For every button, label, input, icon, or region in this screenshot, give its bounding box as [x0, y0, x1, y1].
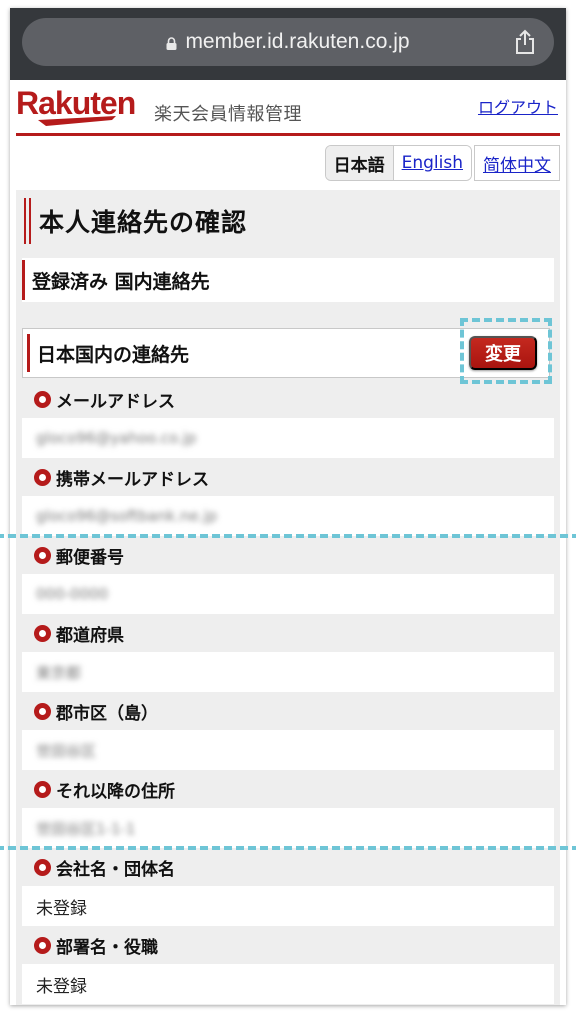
value-text: 世田谷区 [36, 741, 97, 760]
subheading-text: 登録済み 国内連絡先 [32, 270, 210, 293]
lang-tab-english[interactable]: English [393, 146, 471, 180]
label-text: 部署名・役職 [56, 937, 158, 958]
content-panel: 本人連絡先の確認 登録済み 国内連絡先 日本国内の連絡先 変更 メールアドレス … [16, 190, 560, 1005]
share-icon[interactable] [514, 29, 536, 55]
browser-window: member.id.rakuten.co.jp Rakuten 楽天会員情報管理… [10, 8, 566, 1005]
domestic-contact-section-header: 日本国内の連絡先 変更 [22, 328, 550, 378]
section-title: 日本国内の連絡先 [37, 343, 190, 366]
bullet-icon [34, 390, 51, 408]
address-bar[interactable]: member.id.rakuten.co.jp [22, 18, 554, 66]
header-divider [16, 133, 560, 136]
field-value-company: 未登録 [22, 886, 554, 926]
field-value-prefecture: 東京都 [22, 652, 554, 692]
lock-icon [166, 36, 177, 50]
section-accent-bar [27, 334, 30, 372]
language-switcher: 日本語 English 简体中文 [324, 145, 560, 181]
bullet-icon [34, 780, 51, 798]
lang-tab-japanese[interactable]: 日本語 [325, 146, 394, 180]
field-label-city: 郡市区（島） [22, 692, 554, 730]
label-text: それ以降の住所 [56, 781, 175, 802]
change-button[interactable]: 変更 [469, 336, 537, 370]
browser-toolbar: member.id.rakuten.co.jp [10, 8, 566, 80]
heading-accent-bar [24, 198, 31, 244]
label-text: 携帯メールアドレス [56, 469, 209, 490]
value-text: 世田谷区1-1-1 [36, 819, 136, 838]
field-label-prefecture: 都道府県 [22, 614, 554, 652]
web-page: Rakuten 楽天会員情報管理 ログアウト 日本語 English 简体中文 … [10, 80, 566, 1005]
field-label-department: 部署名・役職 [22, 926, 554, 964]
field-label-company: 会社名・団体名 [22, 848, 554, 886]
label-text: 都道府県 [56, 625, 124, 646]
value-text: gloco96@softbank.ne.jp [36, 507, 218, 525]
field-label-mobile-email: 携帯メールアドレス [22, 458, 554, 496]
field-label-email: メールアドレス [22, 380, 554, 418]
field-label-postal-code: 郵便番号 [22, 536, 554, 574]
registered-contact-heading: 登録済み 国内連絡先 [22, 258, 554, 302]
field-value-email: gloco96@yahoo.co.jp [22, 418, 554, 458]
bullet-icon [34, 624, 51, 642]
value-text: gloco96@yahoo.co.jp [36, 429, 197, 447]
page-heading: 本人連絡先の確認 [24, 198, 247, 244]
value-text: 000-0000 [36, 585, 109, 603]
label-text: 郡市区（島） [56, 703, 158, 724]
field-value-address: 世田谷区1-1-1 [22, 808, 554, 848]
url-text: member.id.rakuten.co.jp [185, 30, 410, 53]
bullet-icon [34, 546, 51, 564]
page-title: 本人連絡先の確認 [39, 208, 248, 237]
value-text: 未登録 [36, 976, 87, 997]
label-text: 会社名・団体名 [56, 859, 175, 880]
bullet-icon [34, 702, 51, 720]
subheading-accent-bar [22, 260, 25, 300]
bullet-icon [34, 936, 51, 954]
field-value-postal-code: 000-0000 [22, 574, 554, 614]
site-title: 楽天会員情報管理 [154, 104, 302, 125]
site-header: Rakuten 楽天会員情報管理 ログアウト [16, 86, 560, 136]
rakuten-logo[interactable]: Rakuten [16, 86, 146, 130]
lang-tab-chinese[interactable]: 简体中文 [475, 146, 559, 180]
bullet-icon [34, 468, 51, 486]
logout-link[interactable]: ログアウト [478, 94, 558, 118]
field-value-department: 未登録 [22, 964, 554, 1004]
label-text: 郵便番号 [56, 547, 124, 568]
label-text: メールアドレス [56, 391, 175, 412]
value-text: 東京都 [36, 663, 82, 682]
field-value-mobile-email: gloco96@softbank.ne.jp [22, 496, 554, 536]
bullet-icon [34, 858, 51, 876]
field-label-address: それ以降の住所 [22, 770, 554, 808]
contact-fields: メールアドレス gloco96@yahoo.co.jp 携帯メールアドレス gl… [22, 380, 554, 1004]
field-value-city: 世田谷区 [22, 730, 554, 770]
logo-text: Rakuten [16, 86, 135, 121]
value-text: 未登録 [36, 898, 87, 919]
